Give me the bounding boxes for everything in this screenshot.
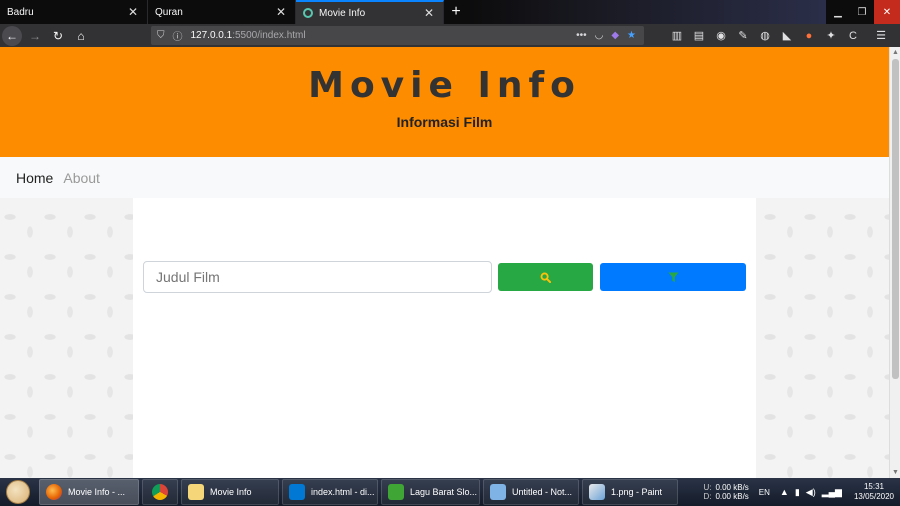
notepad-icon <box>490 484 506 500</box>
taskbar-item-label: index.html - di... <box>311 487 375 497</box>
net-down-label: D: <box>703 492 712 501</box>
close-tab-icon[interactable]: ✕ <box>275 5 287 19</box>
home-icon[interactable]: ⌂ <box>71 26 91 46</box>
taskbar-item-folder[interactable]: Movie Info <box>181 479 279 505</box>
taskbar-item-paint[interactable]: 1.png - Paint <box>582 479 678 505</box>
back-arrow-icon[interactable]: ← <box>2 25 22 46</box>
scroll-down-icon[interactable]: ▼ <box>892 469 899 476</box>
start-button[interactable] <box>0 478 36 506</box>
folder-icon <box>188 484 204 500</box>
close-tab-icon[interactable]: ✕ <box>127 5 139 19</box>
filter-button[interactable] <box>600 263 746 291</box>
network-speed: U: 0.00 kB/s D: 0.00 kB/s <box>703 483 748 501</box>
tab-label: Badru <box>7 6 34 18</box>
addon-icon[interactable]: ✦ <box>820 26 842 46</box>
taskbar-item-vscode[interactable]: index.html - di... <box>282 479 378 505</box>
reload-icon[interactable]: ↻ <box>48 26 68 46</box>
info-icon[interactable]: ⓘ <box>173 28 183 43</box>
close-window-icon[interactable]: ✕ <box>874 0 900 24</box>
taskbar-item-chrome[interactable] <box>142 479 178 505</box>
page-subtitle: Informasi Film <box>396 114 493 130</box>
taskbar-item-label: Movie Info <box>210 487 252 497</box>
net-down-value: 0.00 kB/s <box>715 492 749 501</box>
page-viewport: Movie Info Informasi Film Home About <box>0 47 889 478</box>
window-controls: ▁ ❐ ✕ <box>826 0 900 24</box>
scroll-up-icon[interactable]: ▲ <box>892 49 899 56</box>
page-scrollbar[interactable]: ▲ ▼ <box>889 47 900 478</box>
minimize-icon[interactable]: ▁ <box>826 0 850 24</box>
tab-strip-background <box>468 0 826 24</box>
taskbar-item-label: Movie Info - ... <box>68 487 126 497</box>
media-player-icon <box>388 484 404 500</box>
nav-link-about[interactable]: About <box>63 170 100 186</box>
main-container <box>133 198 756 478</box>
taskbar-item-label: Untitled - Not... <box>512 487 573 497</box>
taskbar: Movie Info - ... Movie Info index.html -… <box>0 478 900 506</box>
net-up-label: U: <box>703 483 712 492</box>
search-button[interactable] <box>498 263 593 291</box>
bookmark-star-icon[interactable]: ★ <box>627 30 636 41</box>
clock-date: 13/05/2020 <box>853 492 894 501</box>
taskbar-item-label: 1.png - Paint <box>611 487 663 497</box>
url-path: :5500/index.html <box>232 30 306 41</box>
site-navbar: Home About <box>0 157 889 198</box>
browser-tab-quran[interactable]: Quran ✕ <box>148 0 296 24</box>
taskbar-item-label: Lagu Barat Slo... <box>410 487 478 497</box>
clock[interactable]: 15:31 13/05/2020 <box>854 482 894 502</box>
firefox-icon <box>46 484 62 500</box>
net-up-value: 0.00 kB/s <box>715 483 749 492</box>
filter-icon <box>667 271 679 282</box>
search-icon <box>540 272 551 283</box>
new-tab-button[interactable]: + <box>444 0 468 24</box>
favicon-icon <box>303 8 313 18</box>
volume-icon[interactable]: ◀) <box>806 487 816 498</box>
search-input[interactable] <box>143 261 492 293</box>
library-icon[interactable]: ▥ <box>666 26 688 46</box>
url-host: 127.0.0.1 <box>190 30 233 41</box>
browser-toolbar: ← → ↻ ⌂ ⛉ ⓘ 127.0.0.1:5500/index.html ••… <box>0 24 900 47</box>
forward-arrow-icon[interactable]: → <box>25 26 45 46</box>
menu-icon[interactable]: ☰ <box>870 26 892 46</box>
taskbar-item-firefox[interactable]: Movie Info - ... <box>39 479 139 505</box>
browser-tab-strip: Badru ✕ Quran ✕ Movie Info ✕ + ▁ ❐ ✕ <box>0 0 900 24</box>
system-tray: U: 0.00 kB/s D: 0.00 kB/s EN ▲ ▮ ◀) ▂▄▆ 15… <box>703 482 900 502</box>
browser-tab-movie-info[interactable]: Movie Info ✕ <box>296 0 444 24</box>
globe-icon[interactable]: ◍ <box>754 26 776 46</box>
nav-link-home[interactable]: Home <box>16 170 53 186</box>
chrome-icon <box>152 484 168 500</box>
taskbar-item-notepad[interactable]: Untitled - Not... <box>483 479 579 505</box>
address-bar[interactable]: ⛉ ⓘ 127.0.0.1:5500/index.html ••• ◡ ◆ ★ <box>151 26 644 45</box>
toolbar-icons: ▥ ▤ ◉ ✎ ◍ ◣ ● ✦ C ☰ <box>666 26 892 46</box>
tab-label: Movie Info <box>319 7 366 19</box>
signal-icon[interactable]: ▂▄▆ <box>822 487 842 498</box>
start-orb-icon <box>6 480 30 504</box>
scrollbar-thumb[interactable] <box>892 59 899 379</box>
header-banner: Movie Info Informasi Film <box>0 47 889 157</box>
extension-icon[interactable]: ◆ <box>611 30 619 41</box>
restore-icon[interactable]: ❐ <box>850 0 874 24</box>
show-hidden-icons-icon[interactable]: ▲ <box>780 487 789 497</box>
page-title: Movie Info <box>308 65 581 106</box>
sidebar-icon[interactable]: ▤ <box>688 26 710 46</box>
c-extension-icon[interactable]: C <box>842 26 864 46</box>
vscode-icon <box>289 484 305 500</box>
pen-icon[interactable]: ✎ <box>732 26 754 46</box>
search-row <box>143 261 746 293</box>
paint-icon <box>589 484 605 500</box>
battery-icon[interactable]: ▮ <box>795 487 800 498</box>
close-tab-icon[interactable]: ✕ <box>423 6 435 20</box>
browser-tab-badru[interactable]: Badru ✕ <box>0 0 148 24</box>
brush-icon[interactable]: ◣ <box>776 26 798 46</box>
taskbar-item-media-player[interactable]: Lagu Barat Slo... <box>381 479 480 505</box>
shield-icon[interactable]: ⛉ <box>157 30 165 41</box>
clock-time: 15:31 <box>863 482 884 491</box>
tab-label: Quran <box>155 6 183 18</box>
page-actions-icon[interactable]: ••• <box>576 30 587 41</box>
language-indicator[interactable]: EN <box>759 488 770 497</box>
pocket-icon[interactable]: ◡ <box>595 30 604 41</box>
account-icon[interactable]: ◉ <box>710 26 732 46</box>
color-picker-icon[interactable]: ● <box>798 26 820 46</box>
